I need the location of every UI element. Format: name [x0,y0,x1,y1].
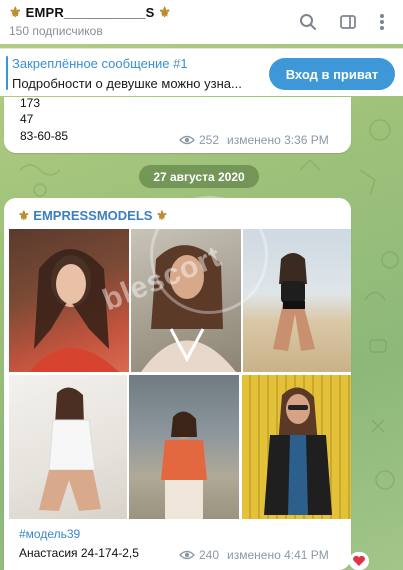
view-count: 252 [199,133,220,147]
message-meta: 252 изменено 3:36 PM [179,133,329,147]
message-author[interactable]: ⚜ EMPRESSMODELS ⚜ [18,208,168,224]
author-name: EMPRESSMODELS [33,208,153,223]
album-photo-6[interactable] [242,375,351,519]
channel-title-text: EMPR___________S [25,5,155,20]
channel-header[interactable]: ⚜ EMPR___________S ⚜ 150 подписчиков [0,0,403,44]
pinned-title: Закреплённое сообщение #1 [12,56,188,71]
private-entry-button[interactable]: Вход в приват [269,58,395,90]
channel-title[interactable]: ⚜ EMPR___________S ⚜ [9,4,171,21]
album-photo-5[interactable] [129,375,239,519]
hashtag-link[interactable]: #модель39 [19,527,80,541]
subscriber-count: 150 подписчиков [9,24,103,38]
photo-portrait-icon [39,387,101,511]
search-icon[interactable] [298,12,318,32]
views-eye-icon [179,550,195,560]
message-bubble[interactable]: 173 47 83-60-85 252 изменено 3:36 PM [4,96,351,153]
pinned-indicator [6,56,8,90]
heart-reaction-icon[interactable] [349,552,369,570]
album-photo-4[interactable] [9,375,127,519]
photo-portrait-icon [264,387,332,515]
fleur-de-lis-icon: ⚜ [158,4,172,20]
edited-time: изменено 3:36 PM [227,133,329,147]
view-count: 240 [199,548,220,562]
more-vertical-icon[interactable] [372,12,392,32]
sidebar-toggle-icon[interactable] [338,12,358,32]
pinned-text: Подробности о девушке можно узна... [12,76,242,91]
edited-time: изменено 4:41 PM [227,548,329,562]
message-meta: 240 изменено 4:41 PM [179,548,329,562]
message-line: 83-60-85 [20,129,69,143]
date-separator: 27 августа 2020 [139,165,259,188]
views-eye-icon [179,135,195,145]
photo-portrait-icon [161,411,207,519]
message-line: 47 [20,112,34,126]
message-line: 173 [20,96,41,110]
fleur-de-lis-icon: ⚜ [18,208,30,223]
fleur-de-lis-icon: ⚜ [9,4,22,20]
message-caption: Анастасия 24-174-2,5 [19,546,139,560]
